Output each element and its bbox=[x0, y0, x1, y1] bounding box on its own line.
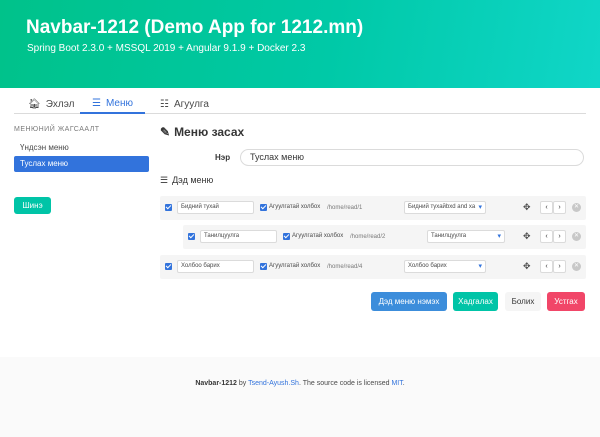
move-down-button[interactable]: › bbox=[553, 260, 566, 273]
footer-text: Navbar-1212 by Tsend-Ayush.Sh. The sourc… bbox=[0, 380, 600, 387]
app-subtitle: Spring Boot 2.3.0 + MSSQL 2019 + Angular… bbox=[27, 43, 306, 54]
footer-mid: . The source code is licensed bbox=[298, 380, 392, 387]
link-content-checkbox[interactable] bbox=[260, 204, 267, 211]
row-checkbox[interactable] bbox=[188, 233, 195, 240]
remove-row-icon[interactable]: ✕ bbox=[572, 232, 581, 241]
link-content-checkbox[interactable] bbox=[283, 233, 290, 240]
content-select[interactable]: Холбоо барих bbox=[404, 260, 486, 273]
author-link[interactable]: Tsend-Ayush.Sh bbox=[248, 380, 299, 387]
move-down-button[interactable]: › bbox=[553, 201, 566, 214]
row-path: /home/read/2 bbox=[350, 234, 386, 240]
name-input[interactable]: Туслах меню bbox=[240, 149, 584, 166]
app-title: Navbar-1212 (Demo App for 1212.mn) bbox=[26, 17, 364, 38]
remove-row-icon[interactable]: ✕ bbox=[572, 262, 581, 271]
submenu-row: Танилцуулга Агуулгатай холбох /home/read… bbox=[183, 225, 586, 249]
row-checkbox[interactable] bbox=[165, 204, 172, 211]
link-content-label: Агуулгатай холбох bbox=[269, 204, 321, 210]
name-label: Нэр bbox=[215, 153, 231, 162]
footer: Navbar-1212 by Tsend-Ayush.Sh. The sourc… bbox=[0, 357, 600, 437]
footer-brand: Navbar-1212 bbox=[195, 380, 237, 387]
form-title-text: Меню засах bbox=[174, 125, 245, 139]
move-down-button[interactable]: › bbox=[553, 230, 566, 243]
move-icon[interactable]: ✥ bbox=[523, 202, 531, 213]
content-select[interactable]: Танилцуулга bbox=[427, 230, 505, 243]
row-name-input[interactable]: Холбоо барих bbox=[177, 260, 254, 273]
save-button[interactable]: Хадгалах bbox=[453, 292, 498, 311]
add-submenu-button[interactable]: Дэд меню нэмэх bbox=[371, 292, 447, 311]
delete-button[interactable]: Устгах bbox=[547, 292, 585, 311]
list-icon: ☷ bbox=[160, 99, 169, 110]
tab-label: Агуулга bbox=[173, 99, 209, 110]
tab-menu[interactable]: ☰ Меню bbox=[80, 95, 145, 114]
row-path: /home/read/1 bbox=[327, 205, 363, 211]
tab-label: Эхлэл bbox=[45, 99, 75, 110]
row-checkbox[interactable] bbox=[165, 263, 172, 270]
row-name-input[interactable]: Бидний тухай bbox=[177, 201, 254, 214]
link-content-label: Агуулгатай холбох bbox=[269, 263, 321, 269]
home-icon: 🏠︎ bbox=[28, 99, 41, 110]
menu-icon: ☰ bbox=[92, 98, 101, 109]
license-link[interactable]: MIT bbox=[391, 380, 402, 387]
main-tabs: 🏠︎ Эхлэл ☰ Меню ☷ Агуулга bbox=[14, 92, 586, 114]
move-up-button[interactable]: ‹ bbox=[540, 260, 553, 273]
tab-label: Меню bbox=[105, 98, 133, 109]
row-path: /home/read/4 bbox=[327, 264, 363, 270]
move-icon[interactable]: ✥ bbox=[523, 261, 531, 272]
cancel-button[interactable]: Болих bbox=[505, 292, 541, 311]
submenu-title-text: Дэд меню bbox=[172, 175, 214, 185]
content-select[interactable]: Бидний тухайbxd and xa bbox=[404, 201, 486, 214]
link-content-checkbox[interactable] bbox=[260, 263, 267, 270]
tab-content[interactable]: ☷ Агуулга bbox=[160, 95, 209, 114]
hero-banner: Navbar-1212 (Demo App for 1212.mn) Sprin… bbox=[0, 0, 600, 88]
remove-row-icon[interactable]: ✕ bbox=[572, 203, 581, 212]
footer-by: by bbox=[236, 380, 249, 387]
submenu-title: ☰ Дэд меню bbox=[160, 175, 213, 186]
list-icon: ☰ bbox=[160, 175, 169, 185]
move-up-button[interactable]: ‹ bbox=[540, 201, 553, 214]
submenu-row: Бидний тухай Агуулгатай холбох /home/rea… bbox=[160, 196, 586, 220]
move-up-button[interactable]: ‹ bbox=[540, 230, 553, 243]
link-content-label: Агуулгатай холбох bbox=[292, 233, 344, 239]
tab-home[interactable]: 🏠︎ Эхлэл bbox=[28, 95, 74, 114]
new-menu-button[interactable]: Шинэ bbox=[14, 197, 51, 214]
sidebar-item-helper-menu[interactable]: Туслах меню bbox=[14, 156, 149, 172]
edit-icon: ✎ bbox=[160, 125, 171, 139]
menu-list-label: МЕНЮНИЙ ЖАГСААЛТ bbox=[14, 126, 100, 133]
form-title: ✎ Меню засах bbox=[160, 125, 244, 139]
footer-end: . bbox=[402, 380, 405, 387]
submenu-row: Холбоо барих Агуулгатай холбох /home/rea… bbox=[160, 255, 586, 279]
move-icon[interactable]: ✥ bbox=[523, 231, 531, 242]
sidebar-item-main-menu[interactable]: Үндсэн меню bbox=[14, 140, 149, 156]
row-name-input[interactable]: Танилцуулга bbox=[200, 230, 277, 243]
